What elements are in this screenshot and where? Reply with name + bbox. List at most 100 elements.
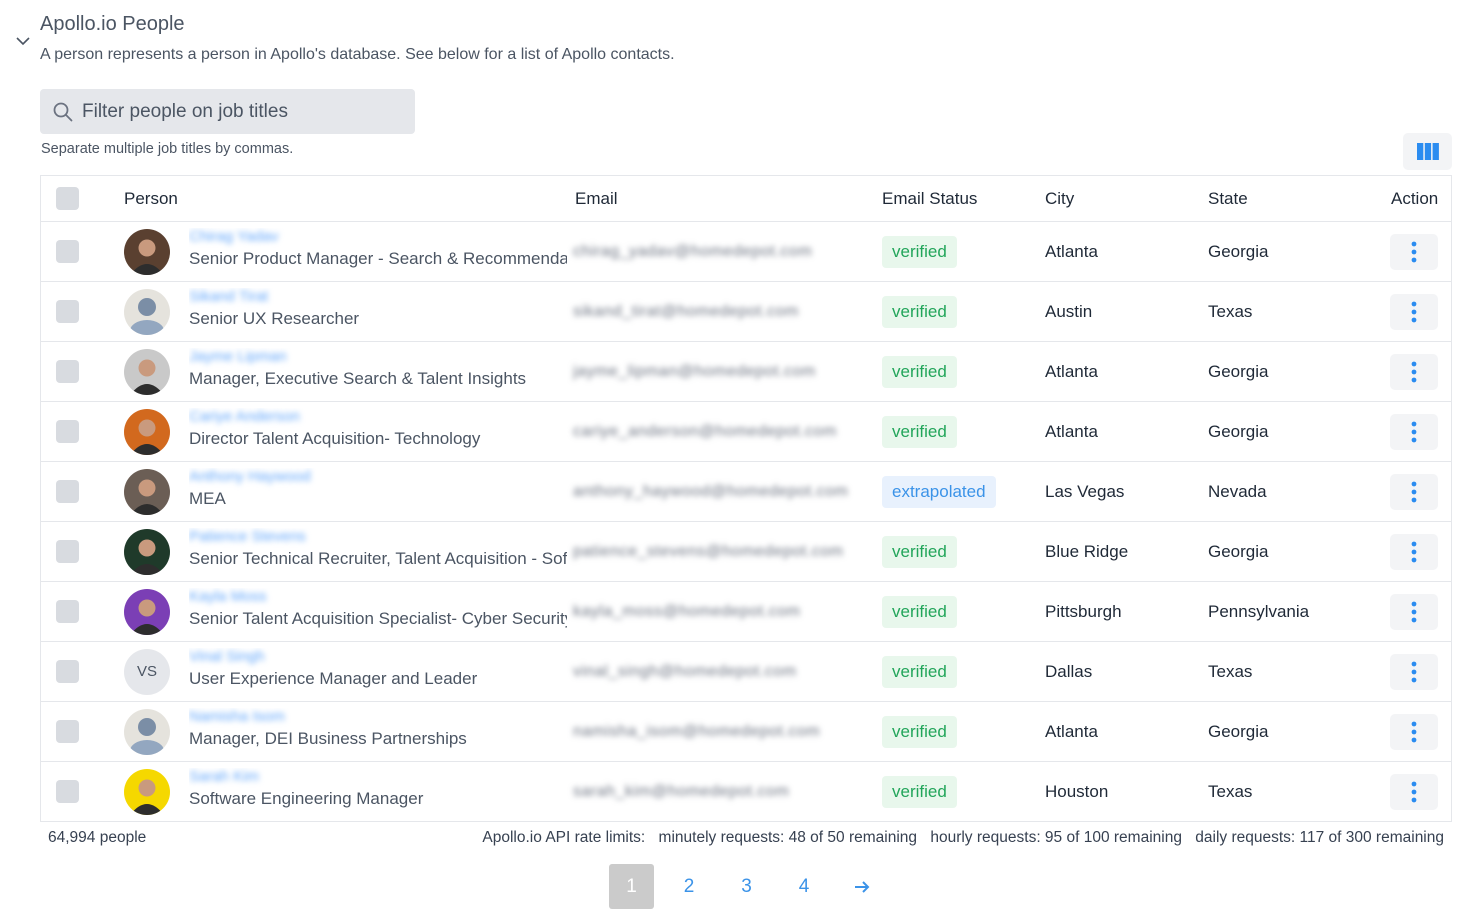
column-header-state[interactable]: State [1208,176,1248,221]
row-action-menu-button[interactable] [1390,293,1438,330]
person-name-link[interactable]: Namisha Isom [189,708,285,726]
person-name-link[interactable]: Jayme Lipman [189,348,287,366]
column-header-city[interactable]: City [1045,176,1074,221]
table-row: Patience Stevens Senior Technical Recrui… [41,522,1451,582]
city: Atlanta [1045,241,1098,261]
page-1-button[interactable]: 1 [609,864,654,909]
page-2-button[interactable]: 2 [667,864,712,909]
state: Texas [1208,661,1253,681]
person-cell: Anthony Haywood MEA [189,468,567,509]
column-header-email-status[interactable]: Email Status [882,176,977,221]
state: Texas [1208,781,1253,801]
person-cell: Patience Stevens Senior Technical Recrui… [189,528,567,569]
person-name-link[interactable]: Patience Stevens [189,528,306,546]
table-row: Sikand Tirat Senior UX Researcher sikand… [41,282,1451,342]
person-name-link[interactable]: Kayla Moss [189,588,267,606]
person-name-link[interactable]: Sarah Kim [189,768,259,786]
table-row: Sarah Kim Software Engineering Manager s… [41,762,1451,822]
row-checkbox[interactable] [56,480,79,503]
row-action-menu-button[interactable] [1390,713,1438,750]
column-header-email[interactable]: Email [575,176,618,221]
email-status-badge: extrapolated [882,475,996,508]
default-avatar-icon [124,288,170,335]
default-avatar-icon [124,708,170,755]
avatar [124,408,170,455]
state: Nevada [1208,481,1267,501]
city: Las Vegas [1045,481,1125,501]
row-action-menu-button[interactable] [1390,353,1438,390]
person-job-title: Manager, Executive Search & Talent Insig… [189,369,527,388]
row-checkbox[interactable] [56,540,79,563]
row-checkbox[interactable] [56,420,79,443]
row-action-menu-button[interactable] [1390,653,1438,690]
avatar: VS [124,648,170,695]
person-job-title: Software Engineering Manager [189,789,424,808]
section-description: A person represents a person in Apollo's… [40,46,675,63]
job-title-filter-input[interactable] [82,100,402,123]
rate-limits-label: Apollo.io API rate limits: [482,829,646,846]
person-name-link[interactable]: Sikand Tirat [189,288,268,306]
table-row: VS Vinal Singh User Experience Manager a… [41,642,1451,702]
city: Atlanta [1045,361,1098,381]
email: sikand_tirat@homedepot.com [573,302,799,320]
person-job-title: Director Talent Acquisition- Technology [189,429,481,448]
profile-photo [124,768,170,815]
row-action-menu-button[interactable] [1390,533,1438,570]
avatar [124,528,170,575]
person-name-link[interactable]: Anthony Haywood [189,468,311,486]
column-settings-button[interactable] [1403,133,1452,170]
avatar [124,288,170,335]
row-action-menu-button[interactable] [1390,473,1438,510]
avatar [124,348,170,395]
select-all-checkbox[interactable] [56,187,79,210]
page-3-button[interactable]: 3 [724,864,769,909]
person-cell: Kayla Moss Senior Talent Acquisition Spe… [189,588,567,629]
daily-limit: daily requests: 117 of 300 remaining [1195,829,1444,846]
more-vertical-icon [1411,421,1417,442]
email: anthony_haywood@homedepot.com [573,482,849,500]
next-page-button[interactable] [839,864,884,909]
row-checkbox[interactable] [56,360,79,383]
row-checkbox[interactable] [56,720,79,743]
row-action-menu-button[interactable] [1390,233,1438,270]
profile-photo [124,468,170,515]
city: Atlanta [1045,721,1098,741]
row-checkbox[interactable] [56,240,79,263]
row-action-menu-button[interactable] [1390,593,1438,630]
city: Austin [1045,301,1093,321]
email: chirag_yadav@homedepot.com [573,242,813,260]
chevron-down-icon[interactable] [14,34,32,48]
row-checkbox[interactable] [56,300,79,323]
email: jayme_lipman@homedepot.com [573,362,816,380]
email: sarah_kim@homedepot.com [573,782,790,800]
job-title-filter[interactable] [40,89,415,134]
column-header-person[interactable]: Person [124,176,178,221]
filter-hint: Separate multiple job titles by commas. [41,141,294,157]
person-name-link[interactable]: Vinal Singh [189,648,265,666]
row-checkbox[interactable] [56,780,79,803]
api-rate-limits: Apollo.io API rate limits: minutely requ… [473,829,1444,847]
row-action-menu-button[interactable] [1390,413,1438,450]
row-checkbox[interactable] [56,600,79,623]
profile-photo [124,408,170,455]
email-status-badge: verified [882,295,957,328]
state: Texas [1208,301,1253,321]
state: Georgia [1208,721,1269,741]
person-job-title: Senior UX Researcher [189,309,360,328]
person-name-link[interactable]: Chirag Yadav [189,228,279,246]
search-icon [53,102,73,121]
state: Georgia [1208,541,1269,561]
email-status-badge: verified [882,595,957,628]
row-action-menu-button[interactable] [1390,773,1438,810]
more-vertical-icon [1411,781,1417,802]
section-title: Apollo.io People [40,13,185,35]
page-4-button[interactable]: 4 [782,864,827,909]
table-row: Kayla Moss Senior Talent Acquisition Spe… [41,582,1451,642]
table-row: Chirag Yadav Senior Product Manager - Se… [41,222,1451,282]
profile-photo [124,348,170,395]
more-vertical-icon [1411,661,1417,682]
row-checkbox[interactable] [56,660,79,683]
person-name-link[interactable]: Cariye Anderson [189,408,300,426]
more-vertical-icon [1411,361,1417,382]
more-vertical-icon [1411,301,1417,322]
